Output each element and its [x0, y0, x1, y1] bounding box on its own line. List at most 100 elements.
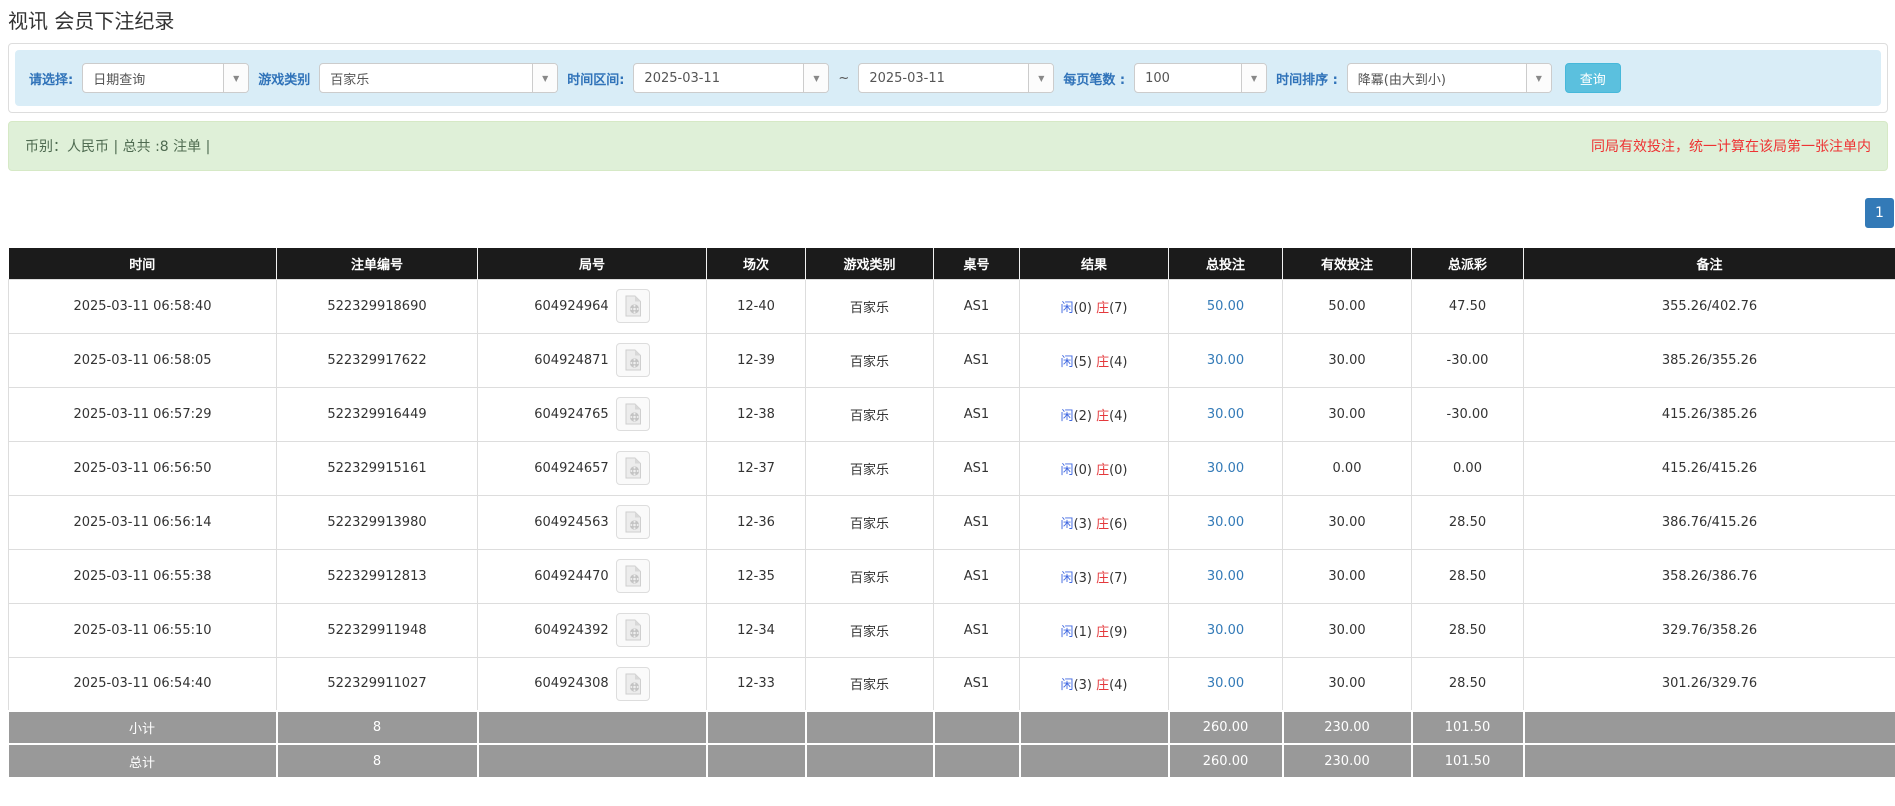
total-payout: 101.50 [1412, 744, 1524, 777]
session-cell: 12-39 [707, 333, 806, 387]
table-no-cell: AS1 [934, 603, 1020, 657]
round-id-cell: 604924563 [478, 495, 707, 549]
total-bet-cell: 50.00 [1169, 279, 1283, 333]
round-id-cell: 604924871 [478, 333, 707, 387]
remark-cell: 385.26/355.26 [1524, 333, 1895, 387]
total-bet-link[interactable]: 30.00 [1207, 569, 1244, 584]
round-id-cell: 604924308 [478, 657, 707, 711]
currency-summary-text: 币别：人民币 | 总共 :8 注单 | [25, 136, 210, 156]
filter-panel: 请选择: 日期查询 ▼ 游戏类别 百家乐 ▼ 时间区间: 2025-03-11 … [8, 43, 1888, 113]
video-replay-button[interactable] [616, 505, 650, 539]
remark-cell: 415.26/385.26 [1524, 387, 1895, 441]
chevron-down-icon: ▼ [1526, 64, 1551, 92]
time-sort-select[interactable]: 降冪(由大到小) ▼ [1347, 63, 1552, 93]
remark-cell: 358.26/386.76 [1524, 549, 1895, 603]
round-id-cell: 604924765 [478, 387, 707, 441]
total-bet-cell: 30.00 [1169, 387, 1283, 441]
video-replay-button[interactable] [616, 613, 650, 647]
search-button[interactable]: 查询 [1565, 63, 1621, 93]
chevron-down-icon: ▼ [1241, 64, 1266, 92]
time-cell: 2025-03-11 06:55:38 [9, 549, 277, 603]
subtotal-row: 小计 8 260.00 230.00 101.50 [9, 711, 1895, 744]
game-type-cell: 百家乐 [806, 387, 934, 441]
player-result-label: 闲 [1060, 517, 1073, 532]
valid-bet-cell: 50.00 [1283, 279, 1412, 333]
empty-cell [1020, 711, 1169, 744]
payout-cell: 28.50 [1412, 549, 1524, 603]
subtotal-label: 小计 [9, 711, 277, 744]
total-bet-link[interactable]: 30.00 [1207, 623, 1244, 638]
video-replay-button[interactable] [616, 667, 650, 701]
total-valid-bet: 230.00 [1283, 744, 1412, 777]
game-type-cell: 百家乐 [806, 603, 934, 657]
video-file-icon [623, 511, 643, 533]
table-row: 2025-03-11 06:58:40 522329918690 6049249… [9, 279, 1895, 333]
result-cell: 闲(0) 庄(0) [1020, 441, 1169, 495]
query-type-label: 请选择: [29, 69, 73, 88]
chevron-down-icon: ▼ [223, 64, 248, 92]
game-type-cell: 百家乐 [806, 495, 934, 549]
video-replay-button[interactable] [616, 343, 650, 377]
game-type-select[interactable]: 百家乐 ▼ [319, 63, 558, 93]
video-replay-button[interactable] [616, 397, 650, 431]
player-result-value: (3) [1074, 571, 1092, 586]
banker-result-label: 庄 [1096, 571, 1109, 586]
player-result-label: 闲 [1060, 571, 1073, 586]
total-bet-cell: 30.00 [1169, 657, 1283, 711]
time-cell: 2025-03-11 06:57:29 [9, 387, 277, 441]
time-cell: 2025-03-11 06:55:10 [9, 603, 277, 657]
subtotal-total-bet: 260.00 [1169, 711, 1283, 744]
game-type-value: 百家乐 [320, 64, 532, 92]
chevron-down-icon: ▼ [803, 64, 828, 92]
time-range-label: 时间区间: [567, 69, 624, 88]
player-result-value: (3) [1074, 517, 1092, 532]
payout-cell: 28.50 [1412, 495, 1524, 549]
round-id-text: 604924308 [534, 676, 608, 691]
total-bet-link[interactable]: 30.00 [1207, 515, 1244, 530]
session-cell: 12-37 [707, 441, 806, 495]
total-bet-link[interactable]: 50.00 [1207, 299, 1244, 314]
total-count: 8 [277, 744, 478, 777]
banker-result-label: 庄 [1096, 625, 1109, 640]
remark-cell: 386.76/415.26 [1524, 495, 1895, 549]
video-replay-button[interactable] [616, 289, 650, 323]
player-result-value: (0) [1074, 463, 1092, 478]
payout-cell: 47.50 [1412, 279, 1524, 333]
game-type-label: 游戏类别 [258, 69, 310, 88]
pagination-page-1-button[interactable]: 1 [1865, 198, 1894, 228]
video-file-icon [623, 295, 643, 317]
table-no-cell: AS1 [934, 549, 1020, 603]
table-row: 2025-03-11 06:54:40 522329911027 6049243… [9, 657, 1895, 711]
total-bet-link[interactable]: 30.00 [1207, 407, 1244, 422]
video-replay-button[interactable] [616, 559, 650, 593]
round-id-text: 604924392 [534, 623, 608, 638]
date-from-select[interactable]: 2025-03-11 ▼ [633, 63, 829, 93]
remark-cell: 415.26/415.26 [1524, 441, 1895, 495]
result-cell: 闲(2) 庄(4) [1020, 387, 1169, 441]
total-bet-link[interactable]: 30.00 [1207, 676, 1244, 691]
video-replay-button[interactable] [616, 451, 650, 485]
query-type-select[interactable]: 日期查询 ▼ [82, 63, 249, 93]
video-file-icon [623, 619, 643, 641]
total-bet-cell: 30.00 [1169, 603, 1283, 657]
result-cell: 闲(3) 庄(4) [1020, 657, 1169, 711]
empty-cell [707, 744, 806, 777]
chevron-down-icon: ▼ [1028, 64, 1053, 92]
round-id-text: 604924871 [534, 353, 608, 368]
empty-cell [934, 711, 1020, 744]
time-cell: 2025-03-11 06:56:14 [9, 495, 277, 549]
header-remark: 备注 [1524, 248, 1895, 279]
banker-result-value: (4) [1109, 409, 1127, 424]
total-bet-cell: 30.00 [1169, 441, 1283, 495]
banker-result-value: (9) [1109, 625, 1127, 640]
page-size-select[interactable]: 100 ▼ [1134, 63, 1267, 93]
player-result-value: (5) [1074, 355, 1092, 370]
table-row: 2025-03-11 06:55:38 522329912813 6049244… [9, 549, 1895, 603]
remark-cell: 301.26/329.76 [1524, 657, 1895, 711]
date-to-select[interactable]: 2025-03-11 ▼ [858, 63, 1054, 93]
total-bet-link[interactable]: 30.00 [1207, 353, 1244, 368]
total-bet-cell: 30.00 [1169, 495, 1283, 549]
total-bet-link[interactable]: 30.00 [1207, 461, 1244, 476]
session-cell: 12-40 [707, 279, 806, 333]
date-range-tilde: ~ [838, 71, 849, 86]
